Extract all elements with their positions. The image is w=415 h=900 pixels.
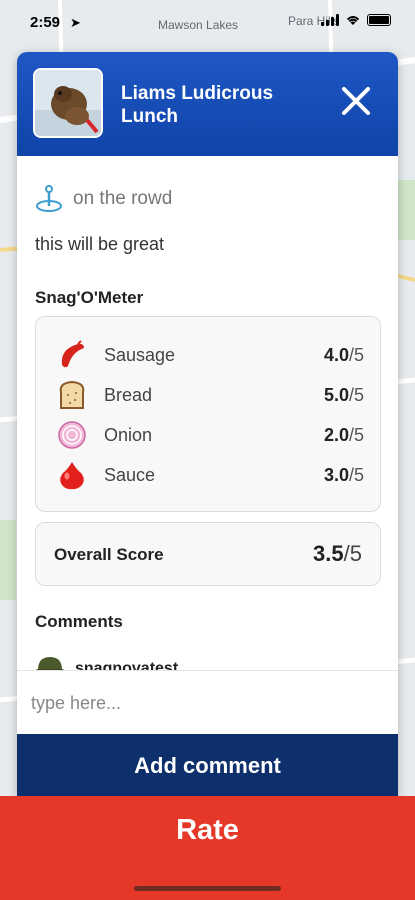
snag-o-meter-title: Snag'O'Meter <box>35 288 144 307</box>
overall-score-value: 3.5/5 <box>313 541 362 566</box>
overall-score-box: Overall Score 3.5/5 <box>35 522 381 586</box>
status-bar: 2:59 ➤ <box>0 0 415 44</box>
wifi-icon <box>346 16 360 25</box>
signal-icon <box>321 14 339 26</box>
location-text: on the rowd <box>73 188 173 209</box>
rating-score: 5.0/5 <box>323 384 364 405</box>
event-description: this will be great <box>35 234 165 254</box>
overall-score-label: Overall Score <box>54 545 164 564</box>
comment-input[interactable] <box>31 685 381 721</box>
rating-name: Onion <box>104 424 153 445</box>
event-card: Liams Ludicrous Lunch on the rowd this w… <box>17 52 398 797</box>
onion-icon <box>56 419 88 451</box>
close-button[interactable] <box>336 82 376 122</box>
rating-name: Sausage <box>104 344 176 365</box>
add-comment-button[interactable]: Add comment <box>17 734 398 797</box>
comment-item: snagnovatest <box>35 654 178 670</box>
rating-name: Bread <box>104 384 153 405</box>
location-arrow-icon: ➤ <box>70 15 81 30</box>
sauce-icon <box>56 459 88 491</box>
dog-photo-icon <box>35 70 101 136</box>
user-avatar-icon <box>36 657 64 670</box>
bread-icon <box>56 379 88 411</box>
location-pin-icon <box>36 185 62 212</box>
rating-row-sausage: Sausage 4.0/5 <box>56 337 364 373</box>
sausage-icon <box>56 339 88 371</box>
comment-username: snagnovatest <box>75 660 179 670</box>
card-body[interactable]: on the rowd this will be great Snag'O'Me… <box>17 156 398 670</box>
location-row: on the rowd <box>35 184 172 214</box>
rating-row-onion: Onion 2.0/5 <box>56 417 364 453</box>
event-title: Liams Ludicrous Lunch <box>121 83 274 127</box>
home-indicator[interactable] <box>134 886 281 891</box>
status-time: 2:59 <box>30 14 61 31</box>
comment-input-wrap <box>17 670 398 734</box>
rate-button[interactable]: Rate <box>0 796 415 900</box>
event-avatar <box>33 68 103 138</box>
rating-name: Sauce <box>104 464 156 485</box>
comments-title: Comments <box>35 612 123 631</box>
battery-icon <box>367 14 391 26</box>
snag-o-meter-box: Sausage 4.0/5 Bread 5.0/5 Onion 2.0/5 Sa… <box>35 316 381 512</box>
rating-score: 4.0/5 <box>323 344 364 365</box>
rating-score: 3.0/5 <box>323 464 364 485</box>
card-header: Liams Ludicrous Lunch <box>17 52 398 156</box>
rating-row-bread: Bread 5.0/5 <box>56 377 364 413</box>
rating-row-sauce: Sauce 3.0/5 <box>56 457 364 493</box>
rate-label: Rate <box>176 814 239 846</box>
rating-score: 2.0/5 <box>323 424 364 445</box>
